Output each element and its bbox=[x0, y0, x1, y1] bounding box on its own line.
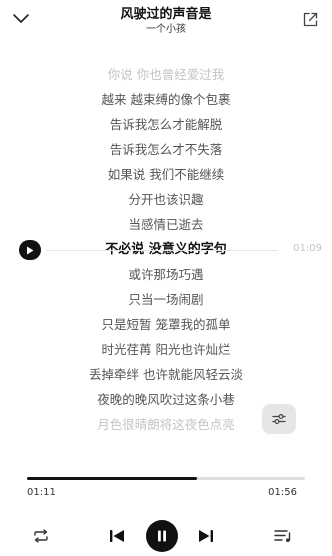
previous-button[interactable] bbox=[107, 526, 127, 546]
seek-time: 01:09 bbox=[293, 243, 322, 254]
lyric-line: 越来 越束缚的像个包裹 bbox=[101, 92, 231, 107]
playlist-icon bbox=[274, 530, 291, 542]
seek-guide-line bbox=[46, 249, 278, 251]
player-header: 风驶过的声音是 一个小孩 bbox=[0, 0, 332, 42]
repeat-icon bbox=[34, 529, 48, 543]
play-pause-button[interactable] bbox=[146, 520, 178, 552]
artist-name: 一个小孩 bbox=[146, 24, 186, 35]
lyric-line: 你说 你也曾经爱过我 bbox=[107, 67, 225, 82]
previous-icon bbox=[110, 530, 124, 542]
lyric-seek-row: 01:09 bbox=[0, 240, 332, 260]
play-icon bbox=[27, 246, 34, 254]
current-time: 01:11 bbox=[27, 487, 56, 498]
lyric-adjust-button[interactable] bbox=[262, 404, 296, 434]
share-icon bbox=[303, 12, 317, 26]
lyric-line: 分开也该识趣 bbox=[128, 192, 204, 207]
total-time: 01:56 bbox=[268, 487, 297, 498]
lyric-line: 只是短暂 笼罩我的孤单 bbox=[101, 317, 231, 332]
lyric-line: 告诉我怎么才能解脱 bbox=[109, 117, 223, 132]
lyric-line: 如果说 我们不能继续 bbox=[107, 167, 225, 182]
song-title: 风驶过的声音是 bbox=[120, 7, 212, 22]
repeat-button[interactable] bbox=[30, 526, 52, 546]
next-icon bbox=[199, 530, 213, 542]
lyric-line: 只当一场闹剧 bbox=[128, 292, 204, 307]
pause-icon bbox=[158, 530, 166, 542]
lyric-line: 或许那场巧遇 bbox=[128, 267, 204, 282]
music-player-page: 风驶过的声音是 一个小孩 你说 你也曾经爱过我 越来 越束缚的像个包裹 告诉我怎… bbox=[0, 0, 332, 556]
playlist-button[interactable] bbox=[272, 526, 294, 546]
lyric-line: 时光荏苒 阳光也许灿烂 bbox=[101, 342, 231, 357]
progress-fill bbox=[27, 477, 197, 480]
seek-play-button[interactable] bbox=[19, 240, 41, 260]
lyric-line: 告诉我怎么才不失落 bbox=[109, 142, 223, 157]
sliders-icon bbox=[272, 414, 286, 424]
share-button[interactable] bbox=[300, 9, 320, 29]
lyric-line: 当感情已逝去 bbox=[128, 217, 204, 232]
lyric-line: 丢掉牵绊 也许就能风轻云淡 bbox=[89, 367, 243, 382]
next-button[interactable] bbox=[196, 526, 216, 546]
playback-progress-bar[interactable] bbox=[27, 477, 305, 480]
